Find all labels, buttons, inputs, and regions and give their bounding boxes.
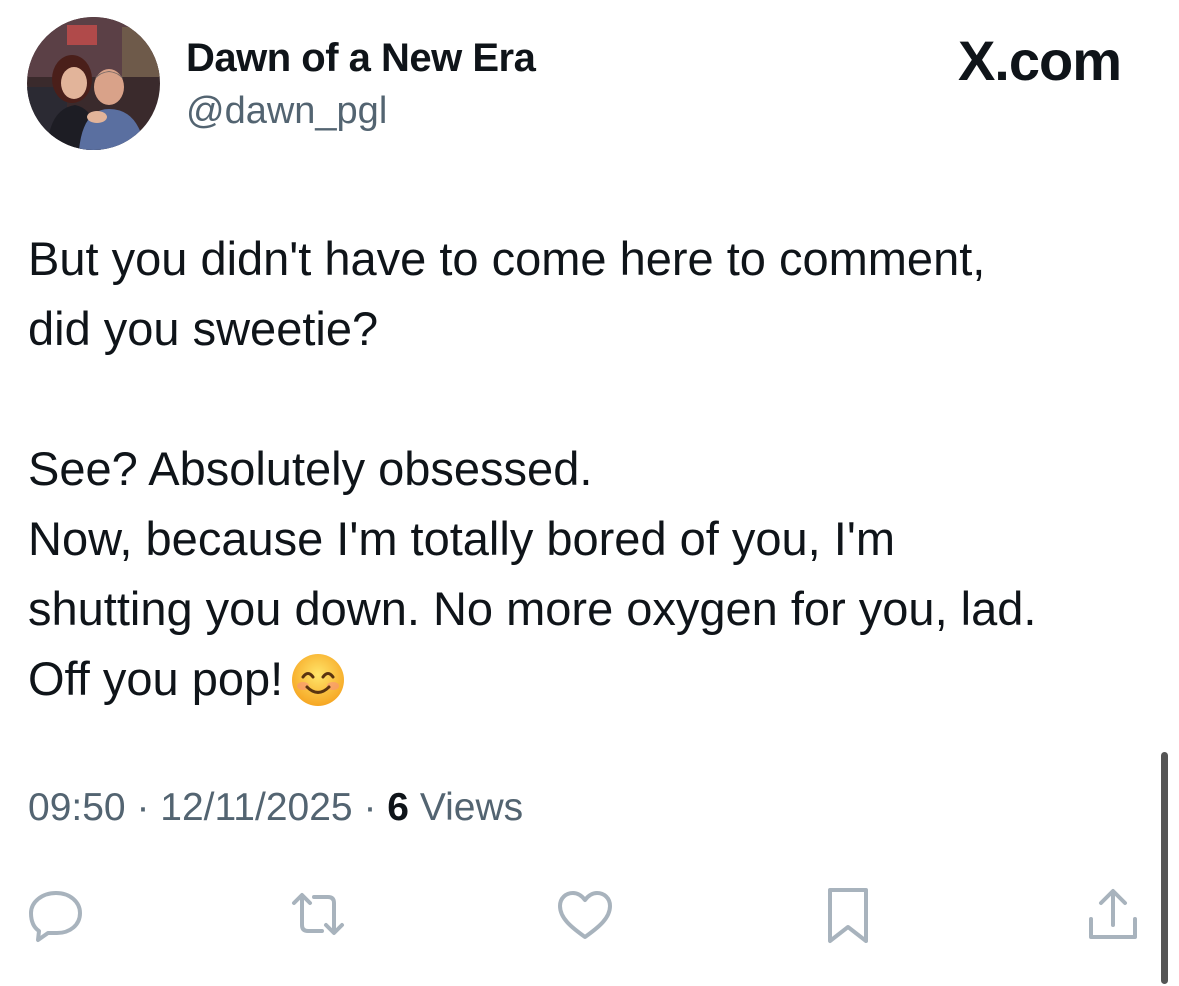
scrollbar[interactable]: [1161, 752, 1168, 984]
share-icon: [1089, 889, 1137, 939]
avatar[interactable]: [27, 17, 160, 150]
views-count: 6: [387, 786, 409, 829]
tweet-time[interactable]: 09:50: [28, 786, 126, 829]
meta-separator: ·: [363, 786, 377, 829]
user-handle[interactable]: @dawn_pgl: [186, 90, 387, 133]
meta-separator: ·: [136, 786, 150, 829]
repost-icon: [292, 893, 344, 935]
tweet-meta: 09:50 · 12/11/2025 · 6 Views: [28, 786, 523, 830]
tweet-text: But you didn't have to come here to comm…: [28, 224, 1138, 714]
repost-button[interactable]: [288, 885, 348, 945]
like-button[interactable]: [555, 885, 615, 945]
smiling-face-emoji-icon: [291, 653, 345, 726]
tweet-last-line: Off you pop!: [28, 644, 1138, 714]
tweet-line: did you sweetie?: [28, 302, 379, 355]
reply-button[interactable]: [26, 885, 86, 945]
avatar-photo: [27, 17, 160, 150]
like-icon: [558, 891, 612, 939]
tweet-line: See? Absolutely obsessed.: [28, 442, 593, 495]
tweet-line: Now, because I'm totally bored of you, I…: [28, 512, 895, 565]
action-bar: [0, 885, 1179, 945]
tweet-line: shutting you down. No more oxygen for yo…: [28, 582, 1037, 635]
views-label: Views: [419, 786, 524, 829]
bookmark-icon: [828, 888, 868, 943]
reply-icon: [29, 891, 82, 942]
tweet-date[interactable]: 12/11/2025: [160, 786, 352, 829]
tweet-line: Off you pop!: [28, 652, 284, 705]
x-logo: X.com: [957, 29, 1122, 92]
bookmark-button[interactable]: [818, 885, 878, 945]
tweet-line: But you didn't have to come here to comm…: [28, 232, 986, 285]
share-button[interactable]: [1083, 885, 1143, 945]
display-name[interactable]: Dawn of a New Era: [186, 36, 536, 81]
